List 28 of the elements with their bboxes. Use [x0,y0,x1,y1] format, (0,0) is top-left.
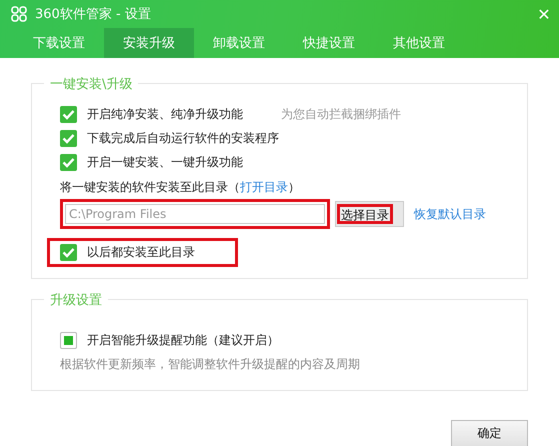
group-title: 升级设置 [44,291,108,309]
option-label: 下载完成后自动运行软件的安装程序 [87,130,279,146]
tab[interactable]: 其他设置 [374,28,464,58]
option-hint: 为您自动拦截捆绑插件 [281,106,401,122]
tab[interactable]: 卸载设置 [194,28,284,58]
option-label: 开启纯净安装、纯净升级功能 [87,106,243,122]
tab[interactable]: 下载设置 [14,28,104,58]
checkbox[interactable] [60,154,77,170]
checkbox[interactable] [60,244,77,260]
logo-icon [11,6,27,22]
description-text: 根据软件更新频率，智能调整软件升级提醒的内容及周期 [60,356,361,372]
tab[interactable]: 安装升级 [104,28,194,58]
tab[interactable]: 快捷设置 [284,28,374,58]
checkbox[interactable] [60,130,77,146]
group-title: 一键安装\升级 [44,75,138,93]
restore-default-link[interactable]: 恢复默认目录 [414,206,486,222]
checkbox[interactable] [60,332,77,348]
choose-directory-button[interactable]: 选择目录 [337,204,393,224]
option-label: 开启一键安装、一键升级功能 [87,154,243,170]
option-label: 开启智能升级提醒功能（建议开启） [87,332,279,348]
checkbox[interactable] [60,106,77,122]
ok-button[interactable]: 确定 [451,420,528,446]
window-title: 360软件管家 - 设置 [35,6,152,23]
directory-label: 将一键安装的软件安装至此目录（打开目录） [60,178,301,198]
path-field[interactable]: C:\Program Files [65,204,325,224]
open-directory-link[interactable]: 打开目录 [240,178,288,196]
option-label: 以后都安装至此目录 [87,244,195,260]
close-button[interactable]: ✕ [529,4,559,24]
